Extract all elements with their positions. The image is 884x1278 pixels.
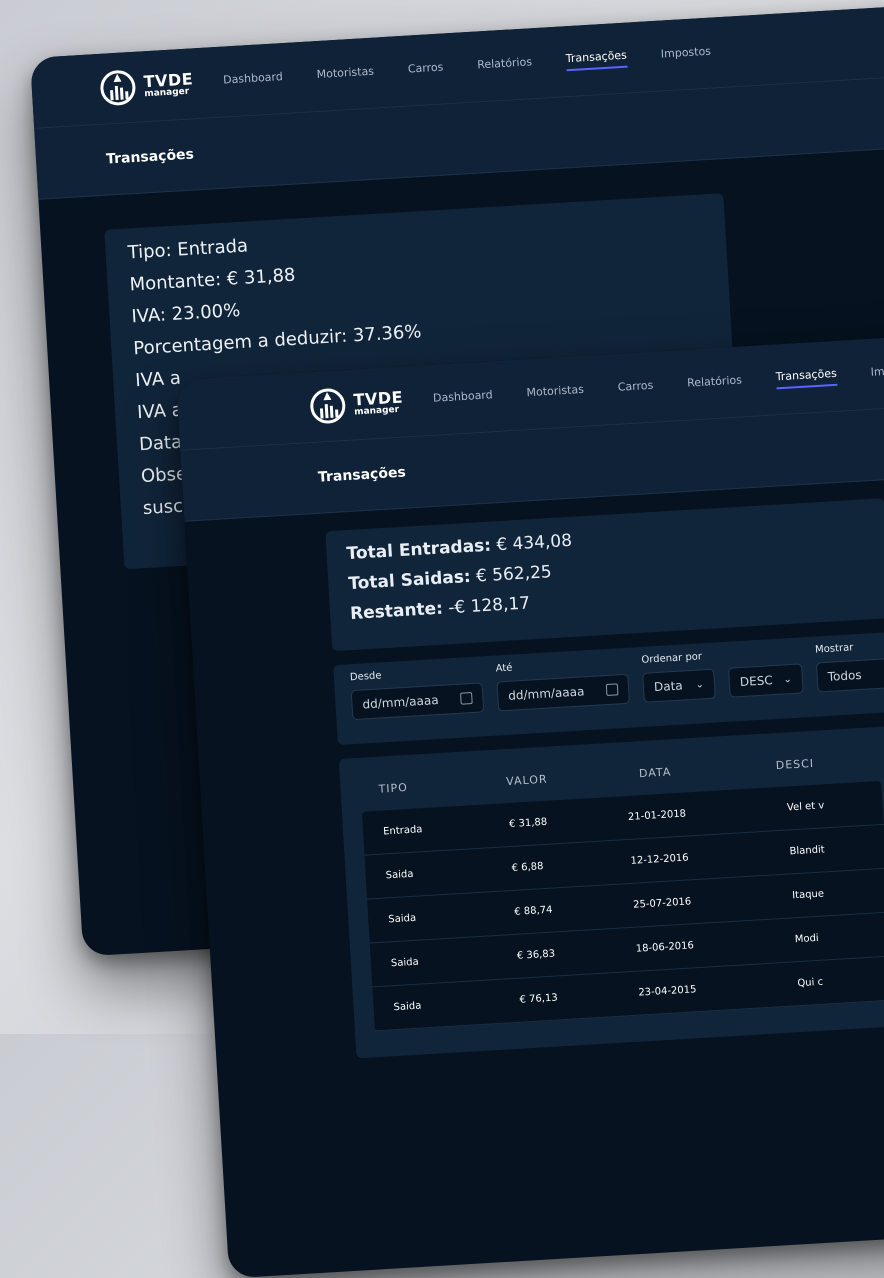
cell-valor: € 76,13 [519, 992, 558, 1006]
total-entradas-label: Total Entradas: [346, 535, 492, 565]
cell-valor: € 88,74 [513, 904, 553, 918]
nav-carros[interactable]: Carros [617, 378, 653, 397]
nav-dashboard[interactable]: Dashboard [223, 70, 284, 91]
main-nav: Dashboard Motoristas Carros Relatórios T… [433, 359, 884, 409]
mostrar-label: Mostrar [814, 642, 854, 656]
brand-subtitle: manager [144, 86, 190, 99]
cell-tipo: Entrada [382, 824, 423, 838]
total-saidas-value: € 562,25 [475, 562, 553, 587]
table-body: Entrada € 31,88 21-01-2018 Vel et v Said… [361, 780, 884, 1032]
mostrar-value: Todos [827, 667, 862, 684]
cell-descricao: Qui c [797, 976, 824, 990]
front-window: TVDE manager Dashboard Motoristas Carros… [176, 326, 884, 1278]
cell-descricao: Modi [794, 932, 819, 946]
nav-impostos[interactable]: Impostos [870, 362, 884, 382]
direcao-select[interactable]: DESC ⌄ [728, 663, 804, 698]
nav-carros[interactable]: Carros [407, 60, 443, 79]
desde-placeholder: dd/mm/aaaa [362, 693, 439, 712]
header-data[interactable]: DATA [617, 759, 777, 781]
desde-date-input[interactable]: dd/mm/aaaa [350, 682, 485, 721]
cell-data: 23-04-2015 [638, 984, 697, 999]
ate-date-input[interactable]: dd/mm/aaaa [496, 673, 630, 712]
cell-descricao: Itaque [791, 888, 825, 902]
cell-descricao: Vel et v [786, 800, 825, 814]
cell-tipo: Saida [393, 1000, 422, 1014]
tvde-logo-icon [100, 70, 136, 106]
totals-card: Total Entradas: € 434,08 Total Saidas: €… [325, 498, 884, 652]
calendar-icon[interactable] [605, 683, 619, 697]
cell-valor: € 6,88 [511, 861, 544, 874]
page-title: Transações [317, 464, 407, 486]
header-tipo[interactable]: TIPO [360, 776, 484, 796]
nav-motoristas[interactable]: Motoristas [526, 382, 584, 402]
total-saidas-label: Total Saidas: [347, 566, 472, 595]
restante-value: -€ 128,17 [447, 593, 531, 619]
ordenar-select[interactable]: Data ⌄ [642, 668, 716, 703]
main-nav: Dashboard Motoristas Carros Relatórios T… [223, 41, 746, 91]
filter-ate: Até dd/mm/aaaa [495, 656, 631, 728]
header-descricao[interactable]: DESCI [775, 752, 880, 771]
filters-card: Desde dd/mm/aaaa Até dd/mm/aaaa Ordenar … [333, 631, 884, 746]
nav-impostos[interactable]: Impostos [660, 44, 711, 64]
ordenar-label: Ordenar por [641, 651, 703, 666]
filter-direcao: DESC ⌄ [727, 645, 805, 713]
transactions-table: TIPO VALOR DATA DESCI Entrada € 31,88 21… [338, 725, 884, 1059]
total-entradas-value: € 434,08 [495, 530, 573, 556]
nav-transacoes[interactable]: Transações [565, 48, 628, 71]
restante-label: Restante: [349, 598, 444, 625]
cell-tipo: Saida [385, 868, 414, 882]
cell-tipo: Saida [388, 912, 417, 926]
direcao-value: DESC [739, 673, 774, 690]
cell-data: 12-12-2016 [630, 852, 689, 867]
nav-motoristas[interactable]: Motoristas [316, 64, 374, 84]
cell-valor: € 31,88 [508, 816, 548, 831]
cell-data: 18-06-2016 [635, 940, 695, 955]
cell-tipo: Saida [390, 956, 420, 970]
filter-desde: Desde dd/mm/aaaa [350, 664, 486, 736]
nav-relatorios[interactable]: Relatórios [477, 55, 533, 75]
brand-logo[interactable]: TVDE manager [307, 382, 405, 428]
cell-valor: € 36,83 [516, 948, 556, 962]
mostrar-select[interactable]: Todos [815, 657, 884, 693]
cell-data: 21-01-2018 [627, 808, 687, 823]
brand-subtitle: manager [353, 404, 400, 417]
calendar-icon[interactable] [460, 691, 473, 705]
nav-relatorios[interactable]: Relatórios [687, 373, 743, 393]
cell-descricao: Blandit [789, 844, 826, 858]
ordenar-value: Data [653, 678, 684, 695]
tvde-logo-icon [310, 388, 346, 424]
nav-dashboard[interactable]: Dashboard [433, 388, 494, 409]
nav-transacoes[interactable]: Transações [775, 366, 838, 389]
brand-logo[interactable]: TVDE manager [97, 63, 195, 109]
filter-mostrar: Mostrar Todos [815, 639, 884, 708]
filter-ordenar: Ordenar por Data ⌄ [641, 651, 717, 719]
cell-data: 25-07-2016 [632, 896, 692, 911]
ate-placeholder: dd/mm/aaaa [507, 684, 585, 703]
page-title: Transações [105, 146, 195, 168]
chevron-down-icon: ⌄ [695, 678, 705, 691]
header-valor[interactable]: VALOR [484, 768, 618, 789]
chevron-down-icon: ⌄ [783, 673, 793, 685]
